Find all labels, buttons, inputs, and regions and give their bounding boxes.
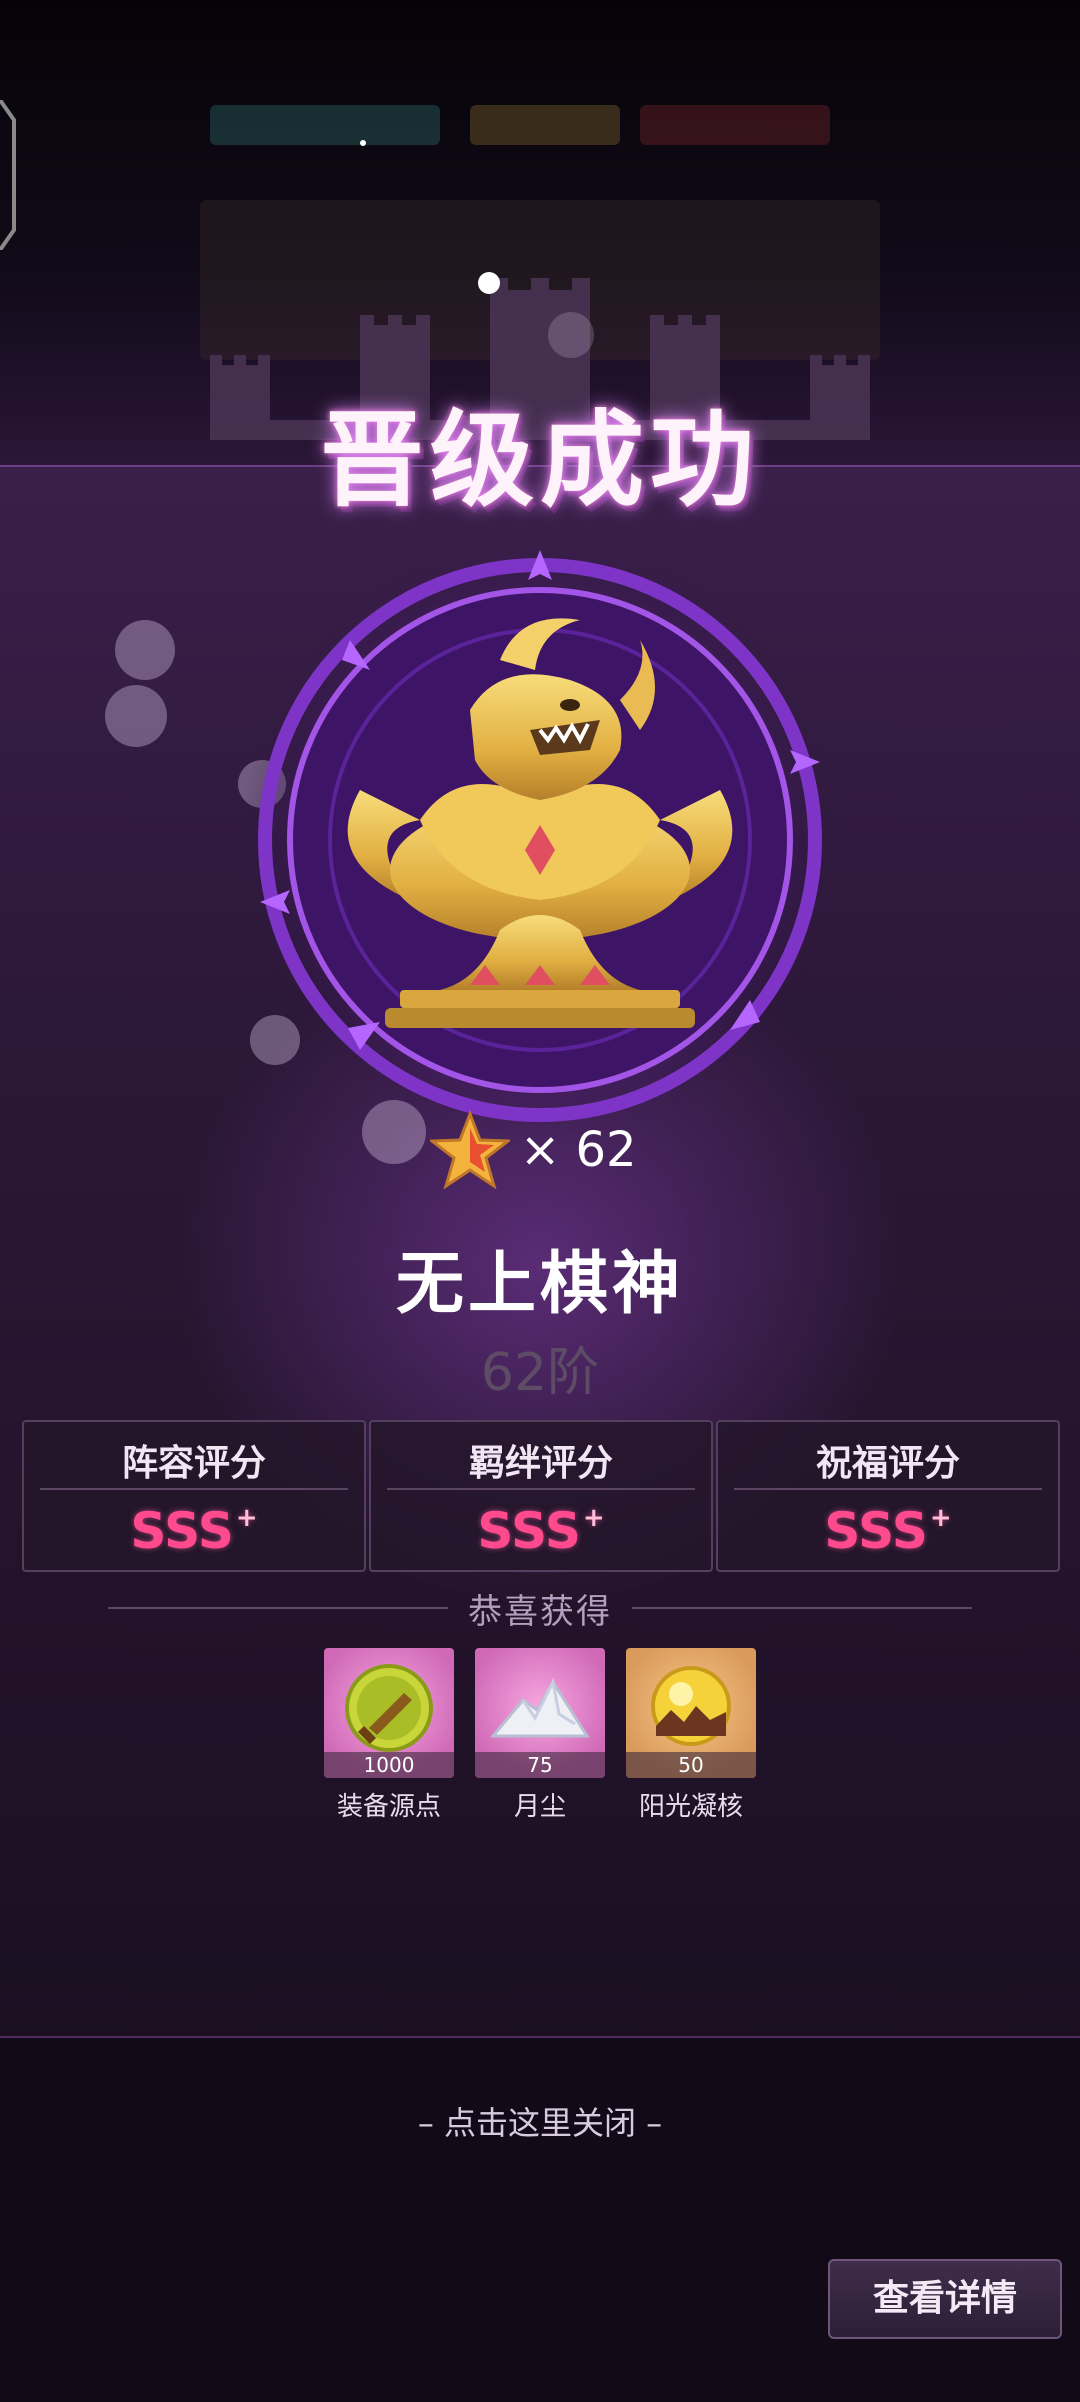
reward-tile: 1000 <box>324 1648 454 1778</box>
score-label: 羁绊评分 <box>468 1443 613 1484</box>
reward-tile: 75 <box>475 1648 605 1778</box>
reward-count: 75 <box>475 1752 605 1778</box>
rank-star-icon <box>430 1110 510 1190</box>
star-count-value: × 62 <box>520 1122 637 1178</box>
star-count: × 62 <box>430 1110 637 1190</box>
score-card-lineup: 阵容评分 SSS+ <box>22 1420 366 1572</box>
score-label: 祝福评分 <box>815 1443 960 1484</box>
tap-to-close-hint[interactable]: – 点击这里关闭 – <box>0 2098 1080 2144</box>
score-card-blessing: 祝福评分 SSS+ <box>716 1420 1060 1572</box>
blurred-hud-band <box>210 105 440 145</box>
score-label: 阵容评分 <box>121 1443 266 1484</box>
score-card-bond: 羁绊评分 SSS+ <box>369 1420 713 1572</box>
blurred-hud-band <box>470 105 620 145</box>
reward-item[interactable]: 1000 装备源点 <box>324 1648 454 1823</box>
bokeh-light <box>115 620 175 680</box>
score-grade: SSS+ <box>130 1502 258 1560</box>
view-details-button[interactable]: 查看详情 <box>828 2259 1062 2339</box>
sparkle <box>478 272 500 294</box>
dragon-trophy-icon <box>347 618 733 1028</box>
divider <box>734 1488 1042 1490</box>
sparkle <box>360 140 366 146</box>
rewards-header: 恭喜获得 <box>468 1592 612 1632</box>
bokeh-light <box>105 685 167 747</box>
divider <box>387 1488 695 1490</box>
bokeh-light <box>548 312 594 358</box>
promotion-title: 晋级成功 <box>319 399 760 521</box>
divider <box>40 1488 348 1490</box>
reward-item[interactable]: 75 月尘 <box>475 1648 605 1823</box>
reward-name: 月尘 <box>513 1792 566 1822</box>
reward-item[interactable]: 50 阳光凝核 <box>626 1648 756 1823</box>
reward-name: 装备源点 <box>336 1792 441 1822</box>
bottom-bar <box>0 2036 1080 2402</box>
reward-name: 阳光凝核 <box>638 1792 743 1822</box>
reward-count: 1000 <box>324 1752 454 1778</box>
reward-count: 50 <box>626 1752 756 1778</box>
score-grade: SSS+ <box>477 1502 605 1560</box>
score-grade: SSS+ <box>824 1502 952 1560</box>
rank-name: 无上棋神 <box>395 1245 684 1324</box>
reward-tile: 50 <box>626 1648 756 1778</box>
blurred-hud-band <box>640 105 830 145</box>
rank-level: 62阶 <box>480 1343 600 1403</box>
side-frame-ornament <box>0 100 16 250</box>
